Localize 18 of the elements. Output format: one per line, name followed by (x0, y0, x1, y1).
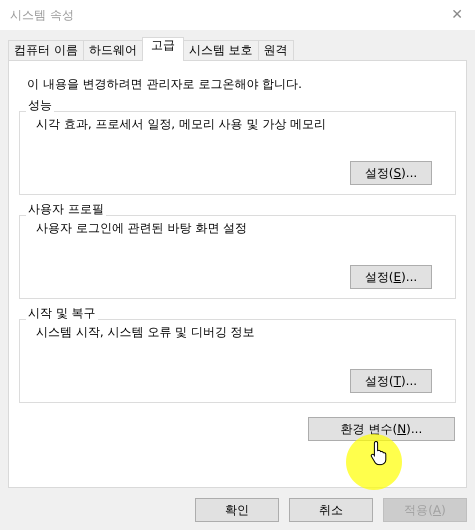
environment-variables-button[interactable]: 환경 변수(N)... (308, 417, 455, 441)
group-title: 사용자 프로필 (27, 203, 105, 215)
ok-button[interactable]: 확인 (195, 498, 279, 522)
settings-button[interactable]: 설정(E)... (350, 265, 432, 289)
tab[interactable]: 컴퓨터 이름 (8, 40, 84, 60)
tab[interactable]: 원격 (258, 40, 294, 60)
cancel-button[interactable]: 취소 (289, 498, 373, 522)
window-title: 시스템 속성 (10, 7, 74, 24)
group-title: 시작 및 복구 (27, 307, 97, 319)
group-description: 시스템 시작, 시스템 오류 및 디버깅 정보 (36, 324, 256, 341)
group-description: 시각 효과, 프로세서 일정, 메모리 사용 및 가상 메모리 (36, 116, 328, 133)
group-title: 성능 (27, 99, 53, 111)
group-description: 사용자 로그인에 관련된 바탕 화면 설정 (36, 220, 248, 237)
settings-button[interactable]: 설정(T)... (350, 369, 432, 393)
tab[interactable]: 고급 (142, 37, 184, 61)
settings-button[interactable]: 설정(S)... (350, 161, 432, 185)
notice-text: 이 내용을 변경하려면 관리자로 로그온해야 합니다. (26, 76, 303, 93)
close-button[interactable]: ✕ (447, 4, 467, 26)
